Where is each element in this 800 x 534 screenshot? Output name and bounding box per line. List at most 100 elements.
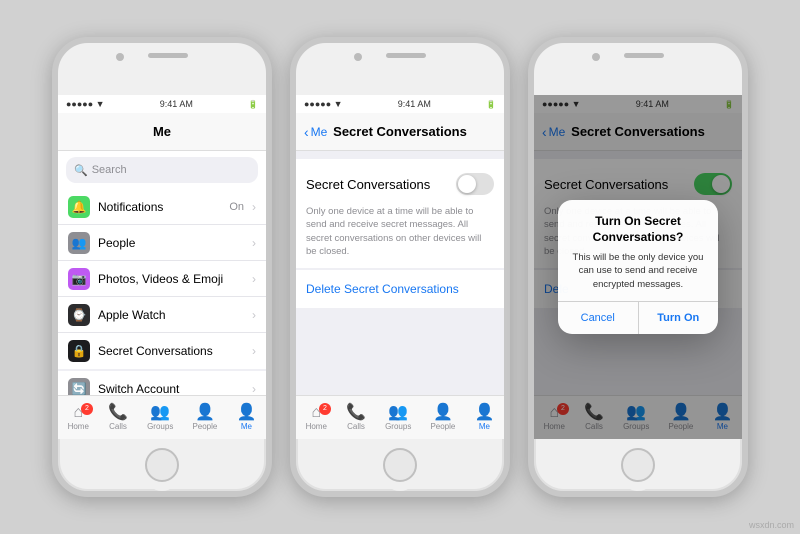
- chevron-photos: ›: [252, 272, 256, 286]
- conv-section-2: Secret Conversations Only one device at …: [296, 159, 504, 268]
- settings-section-1: 🔔 Notifications On › 👥 People › 📷 Photos…: [58, 189, 266, 369]
- volume-up-button-2: [290, 139, 293, 167]
- settings-item-photos[interactable]: 📷 Photos, Videos & Emoji ›: [58, 261, 266, 297]
- home-button-2[interactable]: [383, 448, 417, 482]
- calls-label-1: Calls: [109, 422, 127, 431]
- home-label-2: Home: [306, 422, 327, 431]
- switch-icon: 🔄: [68, 378, 90, 396]
- secret-toggle-2[interactable]: [456, 173, 494, 195]
- me-label-1: Me: [241, 422, 252, 431]
- groups-icon-2: 👥: [388, 405, 408, 421]
- back-arrow-2: ‹: [304, 124, 309, 140]
- calls-icon-1: 📞: [108, 405, 128, 421]
- home-button-3[interactable]: [621, 448, 655, 482]
- phone-top-3: [534, 43, 742, 95]
- people-tab-icon-1: 👤: [195, 405, 215, 421]
- nav-bar-1: Me: [58, 113, 266, 151]
- tab-calls-2[interactable]: 📞 Calls: [346, 405, 366, 431]
- camera-2: [354, 53, 362, 61]
- watermark: wsxdn.com: [749, 520, 794, 530]
- apple-watch-label: Apple Watch: [98, 308, 244, 322]
- delete-link-2[interactable]: Delete Secret Conversations: [306, 272, 494, 306]
- time-1: 9:41 AM: [160, 99, 193, 109]
- speaker-3: [624, 53, 664, 58]
- me-icon-1: 👤: [236, 405, 256, 421]
- people-tab-label-1: People: [192, 422, 217, 431]
- settings-item-apple-watch[interactable]: ⌚ Apple Watch ›: [58, 297, 266, 333]
- home-button-1[interactable]: [145, 448, 179, 482]
- people-tab-icon-2: 👤: [433, 405, 453, 421]
- speaker: [148, 53, 188, 58]
- delete-section-2: Delete Secret Conversations: [296, 270, 504, 308]
- settings-item-secret[interactable]: 🔒 Secret Conversations ›: [58, 333, 266, 369]
- screen-2: ●●●●● ▼ 9:41 AM 🔋 ‹ Me Secret Conversati…: [296, 95, 504, 439]
- chevron-secret: ›: [252, 344, 256, 358]
- groups-icon-1: 👥: [150, 405, 170, 421]
- phone-bottom-1: [145, 439, 179, 491]
- secret-label: Secret Conversations: [98, 344, 244, 358]
- status-bar-2: ●●●●● ▼ 9:41 AM 🔋: [296, 95, 504, 113]
- notifications-value: On: [229, 201, 244, 213]
- groups-label-1: Groups: [147, 422, 173, 431]
- dialog-message: This will be the only device you can use…: [570, 251, 706, 291]
- tab-calls-1[interactable]: 📞 Calls: [108, 405, 128, 431]
- phone-2: ●●●●● ▼ 9:41 AM 🔋 ‹ Me Secret Conversati…: [290, 37, 510, 497]
- dialog-title: Turn On Secret Conversations?: [570, 214, 706, 245]
- power-button: [269, 123, 272, 151]
- volume-up-button: [52, 139, 55, 167]
- carrier-2: ●●●●● ▼: [304, 99, 343, 109]
- settings-section-2: 🔄 Switch Account › ⚠ Report a Problem › …: [58, 371, 266, 395]
- home-label-1: Home: [68, 422, 89, 431]
- back-label-2: Me: [311, 125, 328, 139]
- secret-conv-content-2: Secret Conversations Only one device at …: [296, 151, 504, 395]
- dialog-buttons: Cancel Turn On: [558, 301, 718, 334]
- volume-up-button-3: [528, 139, 531, 167]
- alert-dialog: Turn On Secret Conversations? This will …: [558, 200, 718, 334]
- tab-groups-2[interactable]: 👥 Groups: [385, 405, 411, 431]
- mute-button-3: [528, 113, 531, 131]
- tab-me-1[interactable]: 👤 Me: [236, 405, 256, 431]
- conv-desc-2: Only one device at a time will be able t…: [306, 205, 494, 258]
- phone-3: ●●●●● ▼ 9:41 AM 🔋 ‹ Me Secret Conversati…: [528, 37, 748, 497]
- battery-1: 🔋: [248, 100, 258, 109]
- calls-icon-2: 📞: [346, 405, 366, 421]
- tab-bar-1: 2 ⌂ Home 📞 Calls 👥 Groups 👤 People 👤 Me: [58, 395, 266, 439]
- tab-home-2[interactable]: 2 ⌂ Home: [306, 405, 327, 431]
- phone-1: ●●●●● ▼ 9:41 AM 🔋 Me 🔍 Search 🔔 Notifica…: [52, 37, 272, 497]
- volume-down-button-3: [528, 173, 531, 201]
- camera: [116, 53, 124, 61]
- settings-list: 🔔 Notifications On › 👥 People › 📷 Photos…: [58, 189, 266, 395]
- phone-top-2: [296, 43, 504, 95]
- confirm-button[interactable]: Turn On: [639, 302, 719, 334]
- settings-item-switch[interactable]: 🔄 Switch Account ›: [58, 371, 266, 395]
- phone-bottom-2: [383, 439, 417, 491]
- toggle-thumb-2: [458, 175, 476, 193]
- me-icon-2: 👤: [474, 405, 494, 421]
- cancel-button[interactable]: Cancel: [558, 302, 639, 334]
- search-bar[interactable]: 🔍 Search: [66, 157, 258, 183]
- nav-title-1: Me: [153, 124, 171, 139]
- tab-me-2[interactable]: 👤 Me: [474, 405, 494, 431]
- me-label-2: Me: [479, 422, 490, 431]
- volume-down-button: [52, 173, 55, 201]
- switch-label: Switch Account: [98, 382, 244, 396]
- tab-home-1[interactable]: 2 ⌂ Home: [68, 405, 89, 431]
- speaker-2: [386, 53, 426, 58]
- conv-toggle-row-2: Secret Conversations: [306, 169, 494, 199]
- status-bar-1: ●●●●● ▼ 9:41 AM 🔋: [58, 95, 266, 113]
- tab-people-1[interactable]: 👤 People: [192, 405, 217, 431]
- home-badge-2: 2: [319, 403, 331, 415]
- tab-groups-1[interactable]: 👥 Groups: [147, 405, 173, 431]
- phone-top: [58, 43, 266, 95]
- settings-item-notifications[interactable]: 🔔 Notifications On ›: [58, 189, 266, 225]
- chevron-people: ›: [252, 236, 256, 250]
- dialog-overlay: Turn On Secret Conversations? This will …: [534, 95, 742, 439]
- mute-button-2: [290, 113, 293, 131]
- settings-item-people[interactable]: 👥 People ›: [58, 225, 266, 261]
- nav-back-2[interactable]: ‹ Me: [304, 124, 327, 140]
- screen-3: ●●●●● ▼ 9:41 AM 🔋 ‹ Me Secret Conversati…: [534, 95, 742, 439]
- screen-1: ●●●●● ▼ 9:41 AM 🔋 Me 🔍 Search 🔔 Notifica…: [58, 95, 266, 439]
- tab-people-2[interactable]: 👤 People: [430, 405, 455, 431]
- camera-3: [592, 53, 600, 61]
- home-badge-1: 2: [81, 403, 93, 415]
